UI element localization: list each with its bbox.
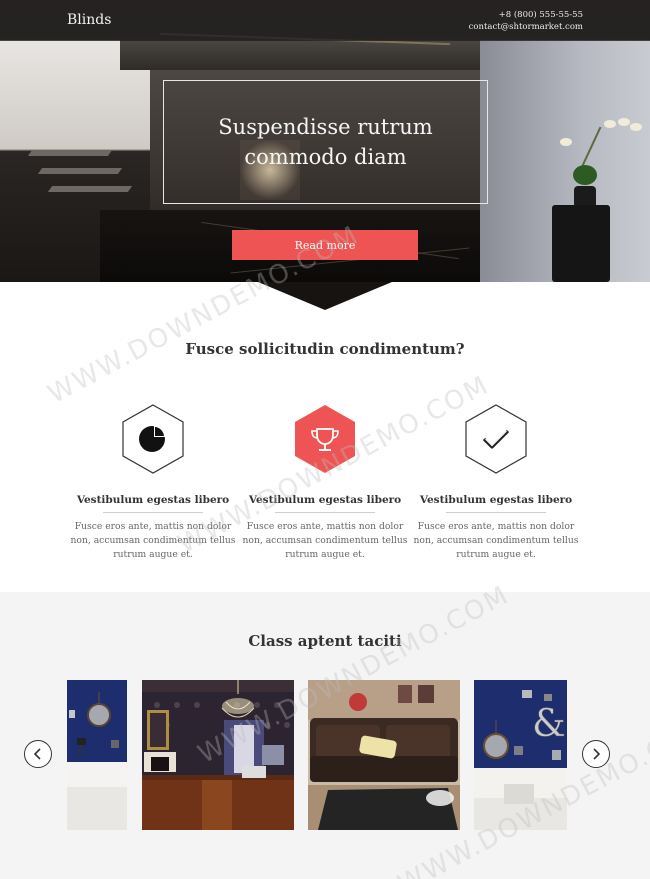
svg-text:&: & [532,701,566,745]
feature-divider [275,512,375,513]
phone-number[interactable]: +8 (800) 555-55-55 [469,9,583,21]
hero-title-box: Suspendisse rutrum commodo diam [163,80,488,204]
checkmark-icon [482,429,510,449]
email-address[interactable]: contact@shtormarket.com [469,21,583,33]
feature-card: Vestibulum egestas libero Fusce eros ant… [240,404,410,562]
leather-sofa-room-photo[interactable] [308,680,460,830]
feature-hexagon [121,404,185,474]
feature-text: Fusce eros ante, mattis non dolor non, a… [242,521,408,560]
feature-hexagon [464,404,528,474]
trophy-icon [311,428,339,451]
chevron-left-icon [33,748,41,760]
gallery-section: Class aptent taciti & [0,592,650,879]
pie-chart-icon [139,424,167,452]
feature-divider [446,512,546,513]
top-navbar: Blinds +8 (800) 555-55-55 contact@shtorm… [0,0,650,41]
feature-text: Fusce eros ante, mattis non dolor non, a… [413,521,579,560]
feature-card: Vestibulum egestas libero Fusce eros ant… [411,404,581,562]
contact-info: +8 (800) 555-55-55 contact@shtormarket.c… [469,9,583,33]
feature-card: Vestibulum egestas libero Fusce eros ant… [68,404,238,562]
hero-pedestal [552,205,610,282]
read-more-button[interactable]: Read more [232,230,418,260]
feature-title: Vestibulum egestas libero [419,494,573,506]
classic-hall-chandelier-photo[interactable] [142,680,294,830]
blue-wall-living-room-photo[interactable] [67,680,127,830]
blue-wall-mirror-photo[interactable]: & [474,680,567,830]
logo[interactable]: Blinds [67,12,111,28]
feature-title: Vestibulum egestas libero [76,494,230,506]
gallery-title: Class aptent taciti [248,632,402,650]
gallery-next-button[interactable] [582,740,610,768]
hero-title: Suspendisse rutrum commodo diam [218,115,433,169]
hero-section: Suspendisse rutrum commodo diam Read mor… [0,0,650,282]
gallery-prev-button[interactable] [24,740,52,768]
features-title: Fusce sollicitudin condimentum? [185,340,465,358]
feature-text: Fusce eros ante, mattis non dolor non, a… [70,521,236,560]
feature-hexagon [293,404,357,474]
chevron-right-icon [593,748,601,760]
feature-divider [103,512,203,513]
hero-arrow-notch [258,282,392,310]
feature-title: Vestibulum egestas libero [248,494,402,506]
